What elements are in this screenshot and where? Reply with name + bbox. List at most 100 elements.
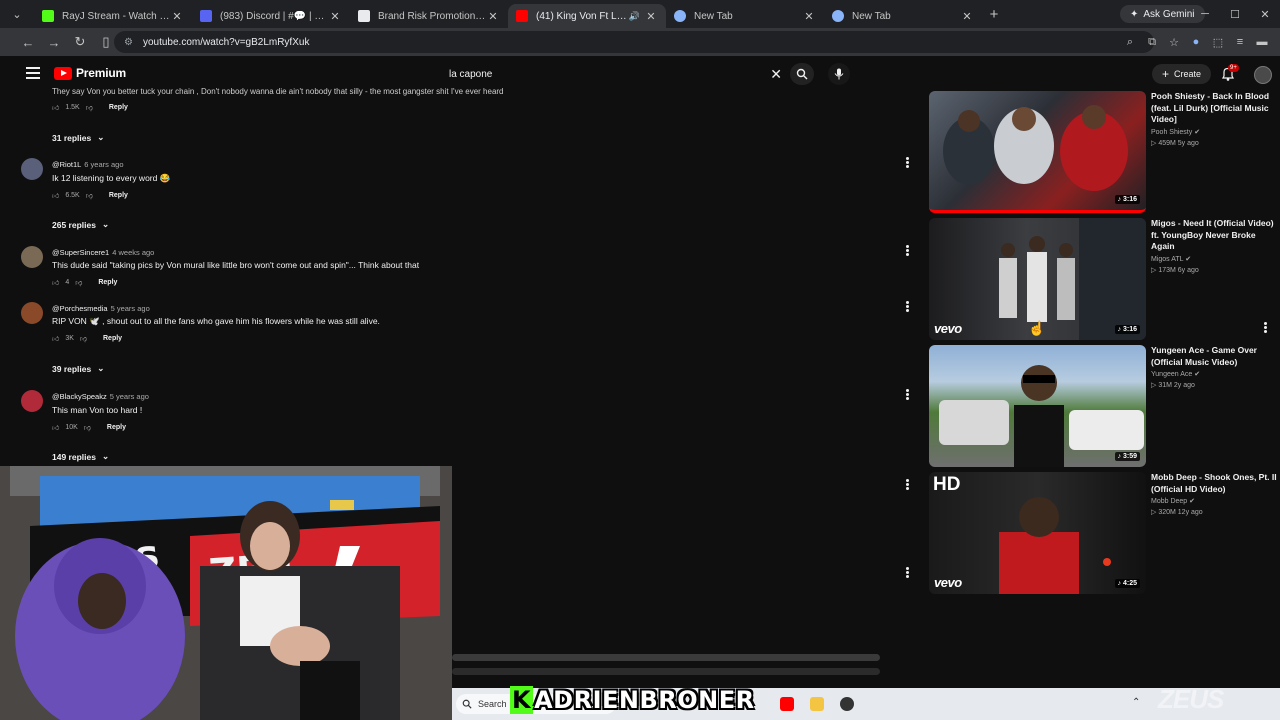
channel-name[interactable]: Yungeen Ace ✔ <box>1151 370 1279 378</box>
related-video[interactable]: ♪ 3:59 Yungeen Ace - Game Over (Official… <box>929 345 1280 467</box>
reply-button[interactable]: Reply <box>109 192 128 199</box>
video-thumbnail[interactable]: ♪ 3:16 <box>929 91 1146 213</box>
comment-author[interactable]: @Riot1L 6 years ago <box>52 160 124 169</box>
close-tab-icon[interactable]: ✕ <box>802 10 816 23</box>
search-button[interactable] <box>790 63 814 85</box>
comment-menu-icon[interactable] <box>904 157 910 169</box>
profile-icon[interactable]: ▬ <box>1254 32 1270 52</box>
view-replies-button[interactable]: 39 replies ⌄ <box>52 363 104 374</box>
view-replies-button[interactable]: 265 replies ⌄ <box>52 219 109 230</box>
dislike-icon[interactable]: 👎︎ <box>84 423 91 432</box>
video-title[interactable]: Migos - Need It (Official Video) ft. You… <box>1151 218 1279 253</box>
close-tab-icon[interactable]: ✕ <box>328 10 342 23</box>
related-video[interactable]: ♪ 3:16 Pooh Shiesty - Back In Blood (fea… <box>929 91 1280 213</box>
comment-menu-icon[interactable] <box>904 567 910 579</box>
zoom-icon[interactable]: ⌕ <box>1122 32 1138 52</box>
reply-button[interactable]: Reply <box>107 424 126 431</box>
commenter-avatar[interactable] <box>21 246 43 268</box>
comment-menu-icon[interactable] <box>904 389 910 401</box>
commenter-avatar[interactable] <box>21 158 43 180</box>
extension-icon[interactable]: ● <box>1188 32 1204 52</box>
tab-search-icon[interactable]: ⌄ <box>0 0 34 28</box>
channel-name[interactable]: Pooh Shiesty ✔ <box>1151 128 1279 136</box>
view-replies-button[interactable]: 149 replies ⌄ <box>52 451 109 462</box>
reply-button[interactable]: Reply <box>103 335 122 342</box>
youtube-app-icon[interactable] <box>780 697 794 711</box>
close-tab-icon[interactable]: ✕ <box>486 10 500 23</box>
site-info-icon[interactable]: ⚙ <box>124 37 133 48</box>
like-icon[interactable]: 👍︎ <box>52 334 59 343</box>
dislike-icon[interactable]: 👎︎ <box>75 278 82 287</box>
like-icon[interactable]: 👍︎ <box>52 103 59 112</box>
video-thumbnail[interactable]: HD vevo ♪ 4:25 <box>929 472 1146 594</box>
comment-time[interactable]: 5 years ago <box>110 392 149 401</box>
reload-icon[interactable]: ↻ <box>68 30 92 54</box>
minimize-icon[interactable]: ─ <box>1190 0 1220 28</box>
audio-playing-icon[interactable]: 🔊 <box>629 11 640 22</box>
like-icon[interactable]: 👍︎ <box>52 278 59 287</box>
video-title[interactable]: Pooh Shiesty - Back In Blood (feat. Lil … <box>1151 91 1279 126</box>
clear-search-icon[interactable]: ✕ <box>770 66 782 83</box>
back-icon[interactable]: ← <box>16 30 40 54</box>
video-thumbnail[interactable]: ♪ 3:59 <box>929 345 1146 467</box>
comment-time[interactable]: 4 weeks ago <box>112 248 154 257</box>
close-window-icon[interactable]: ✕ <box>1250 0 1280 28</box>
search-input[interactable]: la capone ✕ <box>440 62 786 86</box>
browser-tab[interactable]: (983) Discord | #💬 | general | ✕ <box>192 4 350 28</box>
comment-menu-icon[interactable] <box>904 245 910 257</box>
reply-button[interactable]: Reply <box>98 279 117 286</box>
bookmark-star-icon[interactable]: ☆ <box>1166 32 1182 52</box>
comment-menu-icon[interactable] <box>904 479 910 491</box>
like-icon[interactable]: 👍︎ <box>52 191 59 200</box>
commenter-avatar[interactable] <box>21 302 43 324</box>
account-avatar[interactable] <box>1254 66 1272 84</box>
channel-name[interactable]: Mobb Deep ✔ <box>1151 497 1279 505</box>
browser-tab[interactable]: New Tab ✕ <box>666 4 824 28</box>
tray-chevron-icon[interactable]: ⌃ <box>1132 697 1140 708</box>
close-tab-icon[interactable]: ✕ <box>960 10 974 23</box>
youtube-premium-logo[interactable]: Premium <box>54 66 126 80</box>
comment-menu-icon[interactable] <box>904 301 910 313</box>
comment-author[interactable]: @Porchesmedia 5 years ago <box>52 304 150 313</box>
comment-time[interactable]: 6 years ago <box>84 160 123 169</box>
video-title[interactable]: Yungeen Ace - Game Over (Official Music … <box>1151 345 1279 368</box>
reading-list-icon[interactable]: ≡ <box>1232 32 1248 52</box>
view-replies-button[interactable]: 31 replies ⌄ <box>52 132 104 143</box>
video-title[interactable]: Mobb Deep - Shook Ones, Pt. II (Official… <box>1151 472 1279 495</box>
browser-tab[interactable]: RayJ Stream - Watch Live on Ki ✕ <box>34 4 192 28</box>
install-app-icon[interactable]: ⧉ <box>1144 32 1160 52</box>
voice-search-button[interactable] <box>828 63 850 85</box>
browser-tab[interactable]: New Tab ✕ <box>824 4 982 28</box>
like-icon[interactable]: 👍︎ <box>52 423 59 432</box>
video-menu-icon[interactable] <box>1262 322 1268 334</box>
guide-menu-icon[interactable] <box>26 67 40 79</box>
forward-icon[interactable]: → <box>42 30 66 54</box>
comment-time[interactable]: 5 years ago <box>111 304 150 313</box>
channel-name[interactable]: Migos ATL ✔ <box>1151 255 1279 263</box>
browser-tab-active[interactable]: (41) King Von Ft Lil Durk - " 🔊 ✕ <box>508 4 666 28</box>
tab-title: Brand Risk Promotions™ Events <box>378 10 486 22</box>
related-video[interactable]: HD vevo ♪ 4:25 Mobb Deep - Shook Ones, P… <box>929 472 1280 594</box>
reply-button[interactable]: Reply <box>109 104 128 111</box>
commenter-avatar[interactable] <box>21 390 43 412</box>
new-tab-button[interactable]: + <box>982 6 1006 23</box>
comment-author[interactable]: @SuperSincere1 4 weeks ago <box>52 248 154 257</box>
related-video[interactable]: vevo ♪ 3:16 Migos - Need It (Official Vi… <box>929 218 1280 340</box>
tab-title: RayJ Stream - Watch Live on Ki <box>62 10 170 22</box>
browser-tab[interactable]: Brand Risk Promotions™ Events ✕ <box>350 4 508 28</box>
dislike-icon[interactable]: 👎︎ <box>86 191 93 200</box>
extensions-puzzle-icon[interactable]: ⬚ <box>1210 32 1226 52</box>
close-tab-icon[interactable]: ✕ <box>644 10 658 23</box>
close-tab-icon[interactable]: ✕ <box>170 10 184 23</box>
maximize-icon[interactable]: ☐ <box>1220 0 1250 28</box>
comment-author[interactable]: @BlackySpeakz 5 years ago <box>52 392 149 401</box>
kick-favicon-icon <box>42 10 54 22</box>
create-button[interactable]: + Create <box>1152 64 1212 84</box>
horizontal-scrollbar[interactable] <box>452 654 880 661</box>
dislike-icon[interactable]: 👎︎ <box>80 334 87 343</box>
file-explorer-icon[interactable] <box>810 697 824 711</box>
url-field[interactable]: ⚙ youtube.com/watch?v=gB2LmRyfXuk <box>114 31 1154 53</box>
obs-icon[interactable] <box>840 697 854 711</box>
dislike-icon[interactable]: 👎︎ <box>86 103 93 112</box>
duration-text: 3:16 <box>1122 196 1137 203</box>
